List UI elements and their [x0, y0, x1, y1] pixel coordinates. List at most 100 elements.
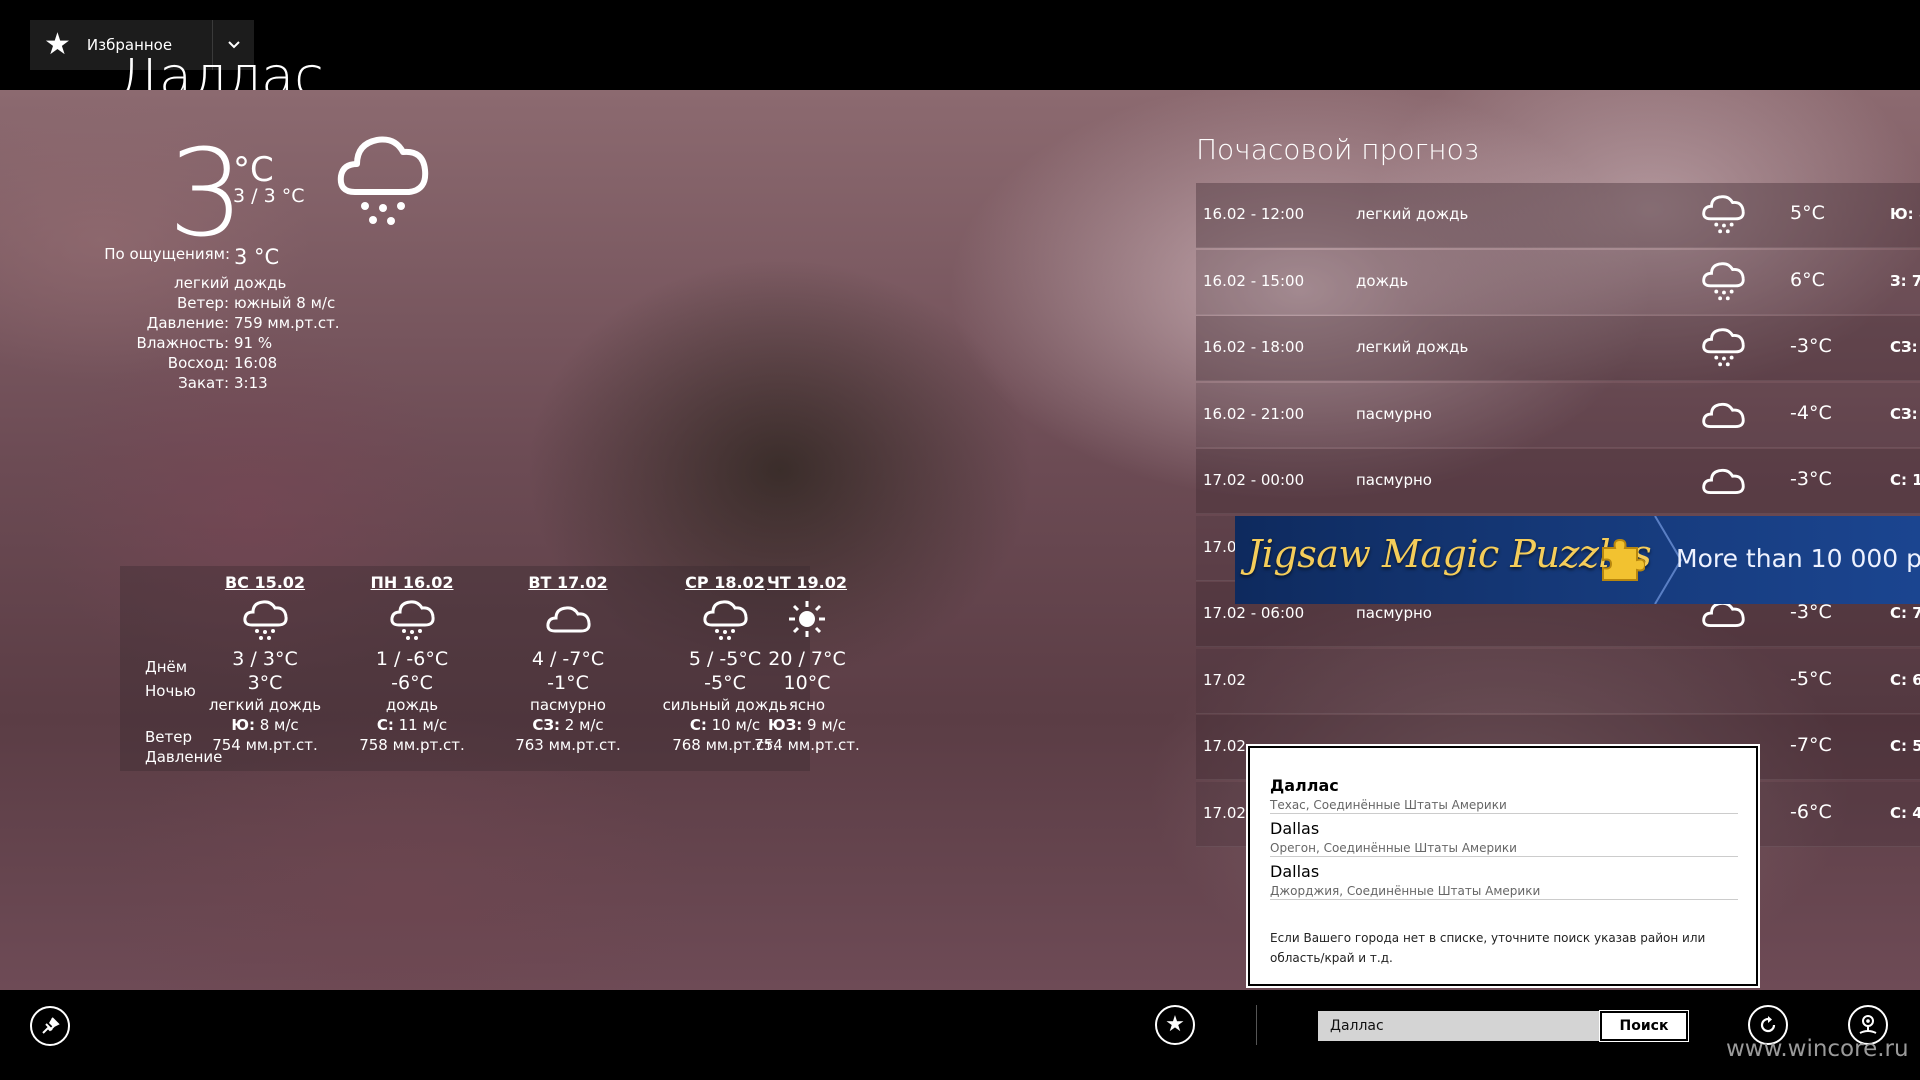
sunset-value: 3:13	[234, 374, 268, 392]
location-icon	[1859, 1015, 1877, 1034]
sun-icon	[789, 601, 825, 637]
hourly-condition: пасмурно	[1356, 471, 1432, 489]
hourly-row: 16.02 - 12:00 легкий дождь 5°C Ю: 8	[1196, 183, 1920, 248]
day-wind: С: 11 м/с	[376, 716, 448, 734]
day-date-link[interactable]: ВС 15.02	[190, 573, 340, 592]
hourly-forecast-title: Почасовой прогноз	[1196, 133, 1479, 166]
hourly-temp: 6°C	[1790, 268, 1825, 291]
hourly-temp: -4°C	[1790, 401, 1832, 424]
night-temp: -1°C	[547, 672, 589, 694]
feels-like-value: 3 °C	[234, 245, 280, 269]
hourly-temp: 5°C	[1790, 202, 1825, 224]
hourly-wind: С: 5	[1890, 737, 1920, 755]
hourly-row: 17.02 -5°C С: 6	[1196, 648, 1920, 714]
ad-title: Jigsaw Magic Puzzles	[1247, 532, 1652, 576]
hourly-temp: -3°C	[1790, 468, 1832, 490]
suggestion-city: Dallas	[1270, 862, 1320, 881]
night-temp: 3°C	[247, 672, 283, 694]
current-condition: легкий дождь	[174, 274, 287, 292]
day-condition: ясно	[788, 696, 826, 714]
cloud-icon	[1702, 402, 1745, 428]
day-temp: 1 / -6°C	[375, 648, 449, 670]
suggestion-item[interactable]: Dallas Орегон, Соединённые Штаты Америки	[1270, 817, 1738, 857]
ad-text: More than 10 000 puzzl	[1676, 544, 1920, 573]
day-condition: пасмурно	[530, 696, 606, 714]
rain-cloud-icon	[243, 600, 288, 640]
humidity-label: Влажность:	[136, 334, 229, 352]
hourly-wind: С: 7	[1890, 604, 1920, 622]
hourly-wind: З: 7	[1890, 271, 1920, 290]
day-row-label: Днём	[145, 658, 188, 676]
suggestion-city: Dallas	[1270, 819, 1320, 838]
day-date-link[interactable]: ВТ 17.02	[493, 573, 643, 592]
hourly-temp: -7°C	[1790, 734, 1832, 756]
sunrise-value: 16:08	[234, 354, 278, 372]
hourly-row: 16.02 - 21:00 пасмурно -4°C СЗ: 1	[1196, 382, 1920, 448]
hourly-time: 16.02 - 15:00	[1203, 271, 1305, 290]
suggestion-item[interactable]: Dallas Джорджия, Соединённые Штаты Амери…	[1270, 860, 1738, 900]
temperature-unit: °C	[233, 150, 274, 190]
city-suggestions-popup: Даллас Техас, Соединённые Штаты Америки …	[1248, 746, 1758, 986]
hourly-time: 17.02	[1203, 737, 1246, 755]
cloud-icon	[1702, 468, 1745, 494]
pin-button[interactable]	[30, 1006, 70, 1046]
hourly-row: 17.02 - 00:00 пасмурно -3°C С: 10	[1196, 449, 1920, 514]
rain-cloud-icon	[1702, 195, 1745, 234]
wind-row-label: Ветер	[145, 728, 193, 746]
day-wind: СЗ: 2 м/с	[532, 716, 604, 734]
ad-banner[interactable]: Jigsaw Magic Puzzles More than 10 000 pu…	[1235, 516, 1920, 604]
pin-icon	[42, 1017, 60, 1034]
day-pressure: 763 мм.рт.ст.	[515, 736, 621, 754]
hourly-temp: -3°C	[1790, 335, 1832, 357]
rain-cloud-icon	[1702, 328, 1745, 367]
day-column: ВС 15.02 3 / 3°C 3°C легкий дождь Ю: 8 м…	[190, 566, 340, 755]
rain-cloud-icon	[337, 136, 429, 225]
humidity-value: 91 %	[234, 334, 273, 352]
day-column: ВТ 17.02 4 / -7°C -1°C пасмурно СЗ: 2 м/…	[493, 566, 643, 755]
suggestion-city: Даллас	[1270, 776, 1339, 795]
day-temp: 4 / -7°C	[531, 648, 605, 670]
suggestion-region: Орегон, Соединённые Штаты Америки	[1270, 841, 1517, 855]
star-icon: ★	[1165, 1012, 1185, 1037]
day-column: ПН 16.02 1 / -6°C -6°C дождь С: 11 м/с 7…	[337, 566, 487, 755]
hourly-time: 16.02 - 12:00	[1203, 205, 1305, 223]
hourly-time: 16.02 - 18:00	[1203, 338, 1305, 356]
night-temp: -6°C	[391, 672, 433, 694]
cloud-icon	[546, 606, 591, 633]
hourly-temp: -5°C	[1790, 667, 1832, 690]
feels-like-label: По ощущениям:	[104, 245, 230, 263]
night-temp: 10°C	[783, 672, 831, 694]
day-condition: легкий дождь	[208, 696, 322, 714]
hourly-condition: дождь	[1356, 271, 1409, 290]
add-favorite-button[interactable]: ★	[1155, 1005, 1195, 1045]
hourly-condition: легкий дождь	[1356, 338, 1469, 356]
hourly-wind: С: 6	[1890, 670, 1920, 689]
city-search-input[interactable]	[1318, 1011, 1600, 1041]
search-button[interactable]: Поиск	[1600, 1011, 1688, 1041]
hourly-row: 16.02 - 15:00 дождь 6°C З: 7	[1196, 249, 1920, 315]
hourly-wind: СЗ: 1	[1890, 338, 1920, 356]
hourly-temp: -6°C	[1790, 800, 1832, 823]
wind-value: южный 8 м/с	[234, 294, 336, 312]
hourly-time: 17.02 - 06:00	[1203, 604, 1305, 622]
rain-cloud-icon	[390, 600, 435, 640]
day-pressure: 754 мм.рт.ст.	[212, 736, 318, 754]
day-date-link[interactable]: ЧТ 19.02	[732, 573, 882, 592]
hourly-time: 17.02 - 00:00	[1203, 471, 1305, 489]
hourly-condition: пасмурно	[1356, 404, 1432, 423]
day-temp: 20 / 7°C	[768, 648, 846, 670]
suggestion-item[interactable]: Даллас Техас, Соединённые Штаты Америки	[1270, 774, 1738, 814]
wind-label: Ветер:	[176, 294, 229, 312]
hourly-row: 16.02 - 18:00 легкий дождь -3°C СЗ: 1	[1196, 316, 1920, 381]
puzzle-piece-icon	[1602, 538, 1645, 581]
pressure-label: Давление:	[146, 314, 229, 332]
suggestions-note: Если Вашего города нет в списке, уточнит…	[1270, 931, 1706, 965]
day-date-link[interactable]: ПН 16.02	[337, 573, 487, 592]
hourly-time: 17.02	[1203, 670, 1246, 689]
hourly-condition: пасмурно	[1356, 604, 1432, 622]
bar-separator	[1256, 1005, 1257, 1045]
hourly-temp: -3°C	[1790, 601, 1832, 623]
day-temp: 3 / 3°C	[232, 648, 298, 670]
daily-forecast-panel: Днём Ночью Ветер Давление ВС 15.02 3 / 3…	[120, 566, 860, 771]
favorites-label: Избранное	[86, 36, 173, 54]
